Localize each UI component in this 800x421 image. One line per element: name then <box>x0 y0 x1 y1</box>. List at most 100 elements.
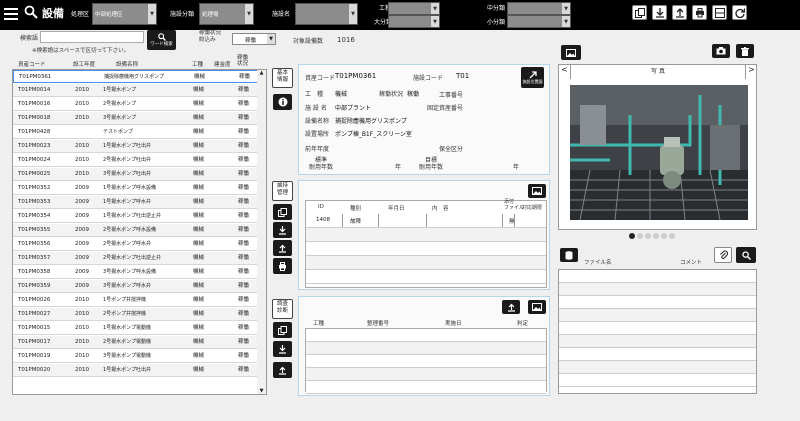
maint-row[interactable] <box>306 242 546 256</box>
survey-upload-btn[interactable] <box>502 300 520 314</box>
tab-basic-info[interactable]: 基本 情報 <box>272 68 293 88</box>
work-value: 機械 <box>335 91 348 98</box>
page-dot[interactable] <box>661 233 667 239</box>
facility-name-select[interactable]: ▼ <box>295 3 358 25</box>
file-row[interactable] <box>559 296 756 309</box>
photo-pagination[interactable] <box>628 233 698 241</box>
survey-row[interactable] <box>306 368 546 381</box>
maint-download-icon[interactable] <box>273 222 292 238</box>
layout-icon[interactable] <box>712 5 727 20</box>
file-row[interactable] <box>559 283 756 296</box>
page-dot-active[interactable] <box>629 233 635 239</box>
equip-name-cell: 1号ポンプ井撹拌機 <box>103 297 147 303</box>
file-row[interactable] <box>559 270 756 283</box>
table-row[interactable]: T01PM0016 2010 2号揚水ポンプ 機械 稼働 <box>13 98 266 111</box>
maint-row[interactable] <box>306 256 546 270</box>
tab-survey[interactable]: 調査 診断 <box>272 299 293 319</box>
table-row[interactable]: T01PM0355 2009 2号揚水ポンプ呼水設備 機械 稼働 <box>13 224 266 237</box>
facility-class-value: 処理場 <box>202 12 219 18</box>
photo-add-icon[interactable] <box>561 45 581 60</box>
table-row[interactable]: T01PM0019 2010 3号揚水ポンプ電動機 機械 稼働 <box>13 350 266 363</box>
file-row[interactable] <box>559 335 756 348</box>
mid-class-select[interactable]: ▼ <box>507 2 571 15</box>
file-row[interactable] <box>559 309 756 322</box>
area-select[interactable]: 中部処理区 ▼ <box>92 3 157 25</box>
photo-prev-button[interactable]: < <box>559 65 571 79</box>
page-dot[interactable] <box>669 233 675 239</box>
table-row[interactable]: T01PM0025 2010 3号揚水ポンプ吐出弁 機械 稼働 <box>13 168 266 181</box>
search-input[interactable] <box>40 31 144 43</box>
table-row[interactable]: T01PM0020 2010 1号揚水ポンプ吐出弁 機械 稼働 <box>13 364 266 377</box>
work-type-select[interactable]: ▼ <box>388 2 440 15</box>
camera-icon[interactable] <box>712 44 730 58</box>
maint-upload-icon[interactable] <box>273 240 292 256</box>
facility-class-select[interactable]: 処理場 ▼ <box>199 3 254 25</box>
table-row[interactable]: T01PM0014 2010 1号揚水ポンプ 機械 稼働 <box>13 84 266 97</box>
tab-maintenance[interactable]: 維持 管理 <box>272 181 293 201</box>
maint-print-icon[interactable] <box>273 258 292 274</box>
table-row[interactable]: T01PM0023 2010 1号揚水ポンプ吐出弁 機械 稼働 <box>13 140 266 153</box>
file-row[interactable] <box>559 374 756 387</box>
table-row[interactable]: T01PM0359 2009 3号揚水ポンプ呼水弁 機械 稼働 <box>13 280 266 293</box>
maint-image-icon[interactable] <box>528 184 546 198</box>
status-filter-select[interactable]: 稼働 ▼ <box>232 33 276 45</box>
file-row[interactable] <box>559 322 756 335</box>
survey-image-icon[interactable] <box>528 300 546 314</box>
table-row[interactable]: T01PM0015 2010 1号揚水ポンプ電動機 機械 稼働 <box>13 322 266 335</box>
maint-row[interactable]: 1408 故障無 <box>306 214 546 228</box>
maint-row[interactable] <box>306 228 546 242</box>
major-class-select[interactable]: ▼ <box>388 15 440 28</box>
page-dot[interactable] <box>645 233 651 239</box>
database-icon[interactable] <box>560 248 578 262</box>
copy-record-icon[interactable] <box>273 204 292 220</box>
table-row[interactable]: T01PM0017 2010 2号揚水ポンプ電動機 機械 稼働 <box>13 336 266 349</box>
asset-code-cell: T01PM0428 <box>18 129 51 135</box>
file-row[interactable] <box>559 348 756 361</box>
table-row[interactable]: T01PM0357 2009 2号揚水ポンプ吐出逆止弁 機械 稼働 <box>13 252 266 265</box>
table-row[interactable]: T01PM0026 2010 1号ポンプ井撹拌機 機械 稼働 <box>13 294 266 307</box>
table-row[interactable]: T01PM0428 テストポンプ 機械 稼働 <box>13 126 266 139</box>
work-cell: 機械 <box>193 241 205 247</box>
page-dot[interactable] <box>653 233 659 239</box>
print-icon[interactable] <box>692 5 707 20</box>
search-icon[interactable] <box>24 5 38 19</box>
survey-row[interactable] <box>306 342 546 355</box>
survey-row[interactable] <box>306 381 546 394</box>
menu-icon[interactable] <box>4 6 18 20</box>
refresh-icon[interactable] <box>732 5 747 20</box>
survey-copy-icon[interactable] <box>273 322 292 338</box>
facility-map-button[interactable]: 施設位置図 <box>521 67 544 88</box>
upload-icon[interactable] <box>672 5 687 20</box>
page-dot[interactable] <box>637 233 643 239</box>
maint-row[interactable] <box>306 270 546 284</box>
download-icon[interactable] <box>652 5 667 20</box>
asset-code-cell: T01PM0027 <box>18 311 51 317</box>
table-row[interactable]: T01PM0358 2009 3号揚水ポンプ呼水設備 機械 稼働 <box>13 266 266 279</box>
table-row[interactable]: T01PM0356 2009 2号揚水ポンプ呼水弁 機械 稼働 <box>13 238 266 251</box>
survey-row[interactable] <box>306 355 546 368</box>
table-row[interactable]: T01PM0353 2009 1号揚水ポンプ呼水弁 機械 稼働 <box>13 196 266 209</box>
file-list <box>558 269 757 394</box>
work-cell: 機械 <box>193 283 205 289</box>
list-scrollbar[interactable]: ▲ ▼ <box>257 70 266 394</box>
asset-code-cell: T01PM0025 <box>18 171 51 177</box>
paperclip-icon[interactable] <box>714 247 732 263</box>
target-life-unit: 年 <box>513 164 520 171</box>
file-row[interactable] <box>559 361 756 374</box>
photo-next-button[interactable]: > <box>745 65 757 79</box>
copy-icon[interactable] <box>632 5 647 20</box>
info-icon[interactable] <box>273 94 292 110</box>
table-row[interactable]: T01PM0027 2010 2号ポンプ井撹拌機 機械 稼働 <box>13 308 266 321</box>
survey-row[interactable] <box>306 329 546 342</box>
trash-icon[interactable] <box>736 44 754 58</box>
minor-class-select[interactable]: ▼ <box>507 15 571 28</box>
table-row[interactable]: T01PM0352 2009 1号揚水ポンプ呼水設備 機械 稼働 <box>13 182 266 195</box>
table-row[interactable]: T01PM0354 2009 1号揚水ポンプ吐出逆止弁 機械 稼働 <box>13 210 266 223</box>
survey-download-icon[interactable] <box>273 341 292 357</box>
table-row[interactable]: T01PM0361 捕捉除塵機用グリスポンプ 機械 稼働 <box>13 70 266 83</box>
file-search-icon[interactable] <box>736 247 756 263</box>
survey-upload-icon[interactable] <box>273 362 292 378</box>
word-search-button[interactable]: ワード検索 <box>147 30 176 50</box>
table-row[interactable]: T01PM0018 2010 3号揚水ポンプ 機械 稼働 <box>13 112 266 125</box>
table-row[interactable]: T01PM0024 2010 2号揚水ポンプ吐出弁 機械 稼働 <box>13 154 266 167</box>
